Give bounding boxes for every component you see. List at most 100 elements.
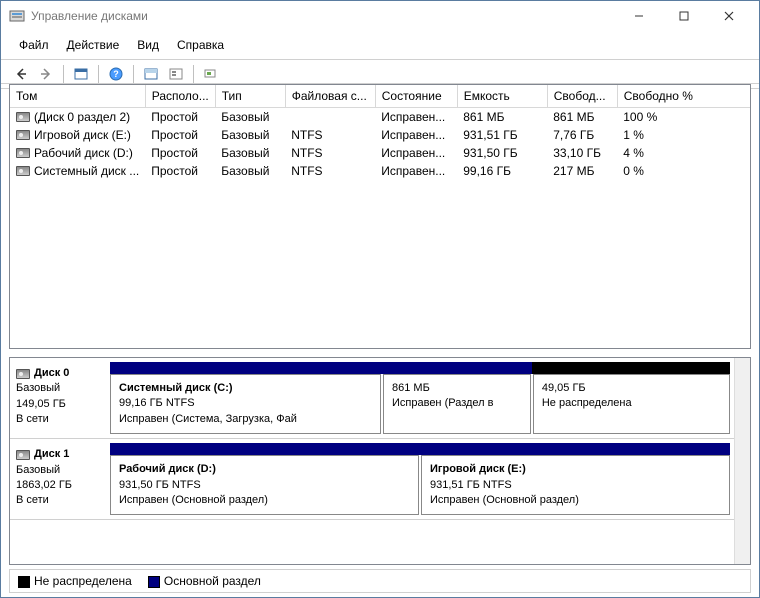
volume-icon	[16, 130, 30, 140]
settings-button[interactable]	[199, 63, 223, 85]
cell: 217 МБ	[547, 162, 617, 180]
nav-forward-button[interactable]	[34, 63, 58, 85]
disk-icon	[16, 369, 30, 379]
partition-status: Не распределена	[542, 396, 721, 411]
legend-unallocated-label: Не распределена	[34, 574, 132, 588]
cell: Простой	[145, 126, 215, 144]
help-button[interactable]: ?	[104, 63, 128, 85]
legend-primary: Основной раздел	[148, 574, 261, 588]
cell: 931,51 ГБ	[457, 126, 547, 144]
partition-size: 861 МБ	[392, 381, 522, 396]
menu-action[interactable]: Действие	[59, 35, 128, 55]
menu-view[interactable]: Вид	[129, 35, 167, 55]
cell: 0 %	[617, 162, 750, 180]
col-free[interactable]: Свобод...	[547, 85, 617, 108]
stripe-segment	[110, 443, 730, 455]
disk-info: Диск 0Базовый149,05 ГБВ сети	[14, 362, 106, 434]
cell: Исправен...	[375, 144, 457, 162]
window-title: Управление дисками	[31, 9, 616, 23]
col-capacity[interactable]: Емкость	[457, 85, 547, 108]
legend-primary-label: Основной раздел	[164, 574, 261, 588]
swatch-navy-icon	[148, 576, 160, 588]
cell: 4 %	[617, 144, 750, 162]
disk-graphic-pane[interactable]: Диск 0Базовый149,05 ГБВ сетиСистемный ди…	[9, 357, 751, 565]
col-volume[interactable]: Том	[10, 85, 145, 108]
partition[interactable]: 49,05 ГБНе распределена	[533, 374, 730, 434]
volume-name-cell: Игровой диск (E:)	[10, 126, 145, 144]
cell	[285, 108, 375, 127]
col-freepct[interactable]: Свободно %	[617, 85, 750, 108]
cell: 100 %	[617, 108, 750, 127]
close-button[interactable]	[706, 1, 751, 31]
cell: 99,16 ГБ	[457, 162, 547, 180]
disk-info: Диск 1Базовый1863,02 ГБВ сети	[14, 443, 106, 515]
disk-state: В сети	[16, 493, 104, 508]
col-status[interactable]: Состояние	[375, 85, 457, 108]
view-top-button[interactable]	[139, 63, 163, 85]
partition-row: Системный диск (C:)99,16 ГБ NTFSИсправен…	[110, 374, 730, 434]
cell: Простой	[145, 162, 215, 180]
cell: Базовый	[215, 108, 285, 127]
vertical-scrollbar[interactable]	[734, 358, 750, 564]
toolbar-separator	[98, 65, 99, 83]
content-area: Том Располо... Тип Файловая с... Состоян…	[1, 83, 759, 597]
partition[interactable]: Рабочий диск (D:)931,50 ГБ NTFSИсправен …	[110, 455, 419, 515]
partition-size: 931,50 ГБ NTFS	[119, 478, 410, 493]
view-bottom-button[interactable]	[164, 63, 188, 85]
cell: Исправен...	[375, 162, 457, 180]
cell: Простой	[145, 144, 215, 162]
swatch-black-icon	[18, 576, 30, 588]
disk-row: Диск 0Базовый149,05 ГБВ сетиСистемный ди…	[10, 358, 734, 439]
partition-row: Рабочий диск (D:)931,50 ГБ NTFSИсправен …	[110, 455, 730, 515]
cell: 7,76 ГБ	[547, 126, 617, 144]
col-type[interactable]: Тип	[215, 85, 285, 108]
partition-status: Исправен (Основной раздел)	[119, 493, 410, 508]
disk-kind: Базовый	[16, 381, 104, 396]
partition[interactable]: Системный диск (C:)99,16 ГБ NTFSИсправен…	[110, 374, 381, 434]
partition-size: 931,51 ГБ NTFS	[430, 478, 721, 493]
table-row[interactable]: Игровой диск (E:)ПростойБазовыйNTFSИспра…	[10, 126, 750, 144]
table-row[interactable]: Системный диск ...ПростойБазовыйNTFSИспр…	[10, 162, 750, 180]
volume-name-cell: (Диск 0 раздел 2)	[10, 108, 145, 126]
menu-file[interactable]: Файл	[11, 35, 57, 55]
disk-size: 149,05 ГБ	[16, 397, 104, 412]
disk-name: Диск 1	[34, 447, 69, 462]
table-row[interactable]: Рабочий диск (D:)ПростойБазовыйNTFSИспра…	[10, 144, 750, 162]
titlebar: Управление дисками	[1, 1, 759, 31]
nav-back-button[interactable]	[9, 63, 33, 85]
cell: Базовый	[215, 162, 285, 180]
minimize-button[interactable]	[616, 1, 661, 31]
toolbar-separator	[193, 65, 194, 83]
maximize-button[interactable]	[661, 1, 706, 31]
cell: 861 МБ	[457, 108, 547, 127]
col-layout[interactable]: Располо...	[145, 85, 215, 108]
disk-partitions: Системный диск (C:)99,16 ГБ NTFSИсправен…	[110, 362, 730, 434]
allocation-stripe	[110, 443, 730, 455]
cell: NTFS	[285, 144, 375, 162]
cell: 33,10 ГБ	[547, 144, 617, 162]
cell: Исправен...	[375, 108, 457, 127]
disk-partitions: Рабочий диск (D:)931,50 ГБ NTFSИсправен …	[110, 443, 730, 515]
partition[interactable]: Игровой диск (E:)931,51 ГБ NTFSИсправен …	[421, 455, 730, 515]
cell: NTFS	[285, 126, 375, 144]
col-fs[interactable]: Файловая с...	[285, 85, 375, 108]
partition-status: Исправен (Основной раздел)	[430, 493, 721, 508]
cell: 931,50 ГБ	[457, 144, 547, 162]
partition-size: 99,16 ГБ NTFS	[119, 396, 372, 411]
menu-help[interactable]: Справка	[169, 35, 232, 55]
disk-state: В сети	[16, 412, 104, 427]
partition-title: Системный диск (C:)	[119, 381, 372, 396]
cell: Базовый	[215, 144, 285, 162]
cell: Базовый	[215, 126, 285, 144]
table-row[interactable]: (Диск 0 раздел 2)ПростойБазовыйИсправен.…	[10, 108, 750, 127]
cell: Исправен...	[375, 126, 457, 144]
partition-title: Игровой диск (E:)	[430, 462, 721, 477]
menubar: Файл Действие Вид Справка	[1, 31, 759, 60]
legend-unallocated: Не распределена	[18, 574, 132, 588]
toolbar-separator	[133, 65, 134, 83]
console-button[interactable]	[69, 63, 93, 85]
cell: 1 %	[617, 126, 750, 144]
volume-name-cell: Системный диск ...	[10, 162, 145, 180]
volume-list-pane[interactable]: Том Располо... Тип Файловая с... Состоян…	[9, 84, 751, 349]
partition[interactable]: 861 МБИсправен (Раздел в	[383, 374, 531, 434]
